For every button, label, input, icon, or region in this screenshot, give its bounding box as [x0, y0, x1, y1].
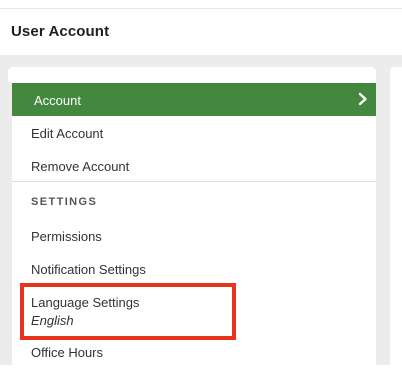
- top-divider: [0, 8, 402, 9]
- sidebar-item-label: Notification Settings: [31, 262, 146, 277]
- sidebar-item-notification-settings[interactable]: Notification Settings: [12, 262, 376, 277]
- section-divider: [12, 181, 376, 182]
- page-title: User Account: [11, 23, 110, 40]
- sidebar-item-permissions[interactable]: Permissions: [12, 229, 376, 244]
- sidebar-item-office-hours[interactable]: Office Hours: [12, 345, 376, 360]
- sidebar-item-label: Remove Account: [31, 159, 130, 174]
- sidebar-item-account[interactable]: Account: [12, 83, 376, 116]
- language-settings-highlight: [20, 283, 236, 340]
- sidebar-item-remove-account[interactable]: Remove Account: [12, 159, 376, 174]
- settings-section-heading: SETTINGS: [31, 196, 98, 208]
- sidebar-item-edit-account[interactable]: Edit Account: [12, 126, 376, 141]
- chevron-right-icon: [358, 92, 368, 106]
- sidebar-item-label: Account: [34, 93, 81, 108]
- sidebar-item-label: Office Hours: [31, 345, 104, 360]
- sidebar-left-edge: [8, 82, 12, 365]
- sidebar-item-label: Permissions: [31, 229, 102, 244]
- sidebar-item-label: Edit Account: [31, 126, 104, 141]
- main-content-card: [390, 67, 402, 367]
